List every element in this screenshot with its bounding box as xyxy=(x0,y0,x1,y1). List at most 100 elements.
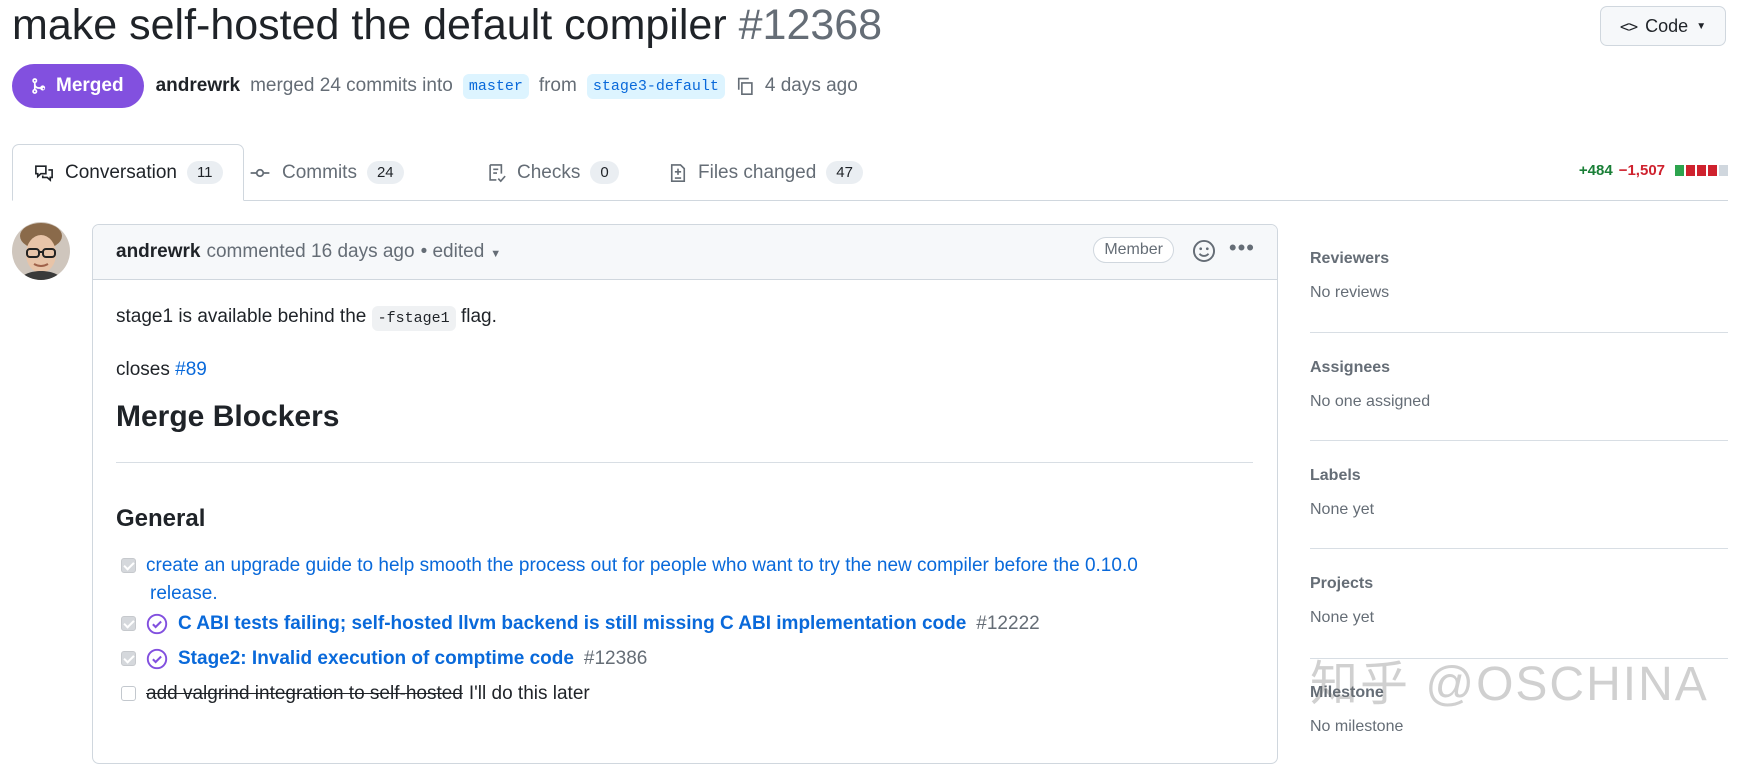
git-merge-icon xyxy=(32,78,46,94)
comment-header: andrewrk commented 16 days ago • edited ▼… xyxy=(93,225,1277,280)
sidebar-projects: Projects None yet xyxy=(1310,575,1728,627)
sidebar-assignees-title[interactable]: Assignees xyxy=(1310,359,1728,377)
chevron-down-icon: ▼ xyxy=(490,248,502,260)
task-checkbox[interactable] xyxy=(121,616,136,631)
edited-label: • edited xyxy=(420,241,485,262)
tab-commits[interactable]: Commits 24 xyxy=(248,144,404,201)
comment-author-link[interactable]: andrewrk xyxy=(116,241,200,263)
task-item: Stage2: Invalid execution of comptime co… xyxy=(121,645,647,673)
sidebar-divider xyxy=(1310,548,1728,549)
tab-conversation-label: Conversation xyxy=(65,161,177,183)
sidebar-assignees: Assignees No one assigned xyxy=(1310,359,1728,411)
merge-time: 4 days ago xyxy=(764,75,858,96)
conversation-icon xyxy=(35,164,53,182)
task-checkbox[interactable] xyxy=(121,558,136,573)
sidebar-reviewers: Reviewers No reviews xyxy=(1310,250,1728,302)
pr-number: #12368 xyxy=(738,1,883,49)
issue-link-12222[interactable]: C ABI tests failing; self-hosted llvm ba… xyxy=(178,610,966,638)
tab-checks-label: Checks xyxy=(517,161,581,183)
tab-files-label: Files changed xyxy=(698,161,817,183)
diffstat: +484 −1,507 xyxy=(1579,162,1728,179)
avatar[interactable] xyxy=(12,222,70,280)
heading-general: General xyxy=(116,505,206,532)
task-text-line1: create an upgrade guide to help smooth t… xyxy=(146,555,1138,576)
issue-link-89[interactable]: #89 xyxy=(175,359,207,380)
pr-title-text: make self-hosted the default compiler xyxy=(12,1,727,49)
comment-action: commented 16 days ago xyxy=(206,241,415,262)
task-upgrade-guide[interactable]: create an upgrade guide to help smooth t… xyxy=(146,552,1138,608)
task-valgrind-note: I'll do this later xyxy=(468,683,590,704)
p1-text-before: stage1 is available behind the xyxy=(116,306,367,327)
smiley-icon[interactable] xyxy=(1192,239,1216,263)
task-checkbox[interactable] xyxy=(121,686,136,701)
code-button-label: Code xyxy=(1645,15,1689,36)
pr-tabs: Conversation 11 Commits 24 Checks 0 File… xyxy=(12,144,1740,201)
diffstat-block xyxy=(1697,165,1706,176)
task-item: add valgrind integration to self-hosted … xyxy=(121,680,590,708)
file-diff-icon xyxy=(670,163,686,182)
tab-commits-count: 24 xyxy=(366,161,404,184)
sidebar-divider xyxy=(1310,332,1728,333)
sidebar-labels: Labels None yet xyxy=(1310,467,1728,519)
sidebar-reviewers-value: No reviews xyxy=(1310,284,1390,301)
inline-code-fstage1: -fstage1 xyxy=(371,306,456,331)
tabs-divider xyxy=(12,200,1728,201)
edited-dropdown[interactable]: • edited ▼ xyxy=(421,241,502,263)
diffstat-additions: +484 xyxy=(1578,162,1613,179)
chevron-down-icon: ▼ xyxy=(1696,20,1707,32)
commit-icon xyxy=(250,168,270,177)
pr-author-link[interactable]: andrewrk xyxy=(156,75,240,97)
code-button[interactable]: <> Code ▼ xyxy=(1600,6,1726,46)
tab-conversation-count: 11 xyxy=(186,161,223,184)
merged-label: Merged xyxy=(56,75,124,96)
heading-divider xyxy=(116,462,1253,463)
pr-title: make self-hosted the default compiler #1… xyxy=(12,0,882,50)
diffstat-block xyxy=(1708,165,1717,176)
sidebar-labels-title[interactable]: Labels xyxy=(1310,467,1728,485)
paragraph-closes: closes #89 xyxy=(116,359,207,381)
sidebar-labels-value: None yet xyxy=(1310,501,1375,518)
head-branch[interactable]: stage3-default xyxy=(586,73,725,99)
sidebar-assignees-value: No one assigned xyxy=(1310,393,1431,410)
task-checkbox[interactable] xyxy=(121,651,136,666)
diffstat-blocks xyxy=(1675,165,1728,176)
task-text-line2: release. xyxy=(150,583,218,604)
diffstat-block xyxy=(1719,165,1728,176)
issue-closed-icon xyxy=(146,648,168,670)
issue-number-12386: #12386 xyxy=(583,648,648,669)
merged-badge: Merged xyxy=(12,64,144,108)
issue-closed-icon xyxy=(146,613,168,635)
diffstat-block xyxy=(1686,165,1695,176)
issue-link-12386[interactable]: Stage2: Invalid execution of comptime co… xyxy=(178,645,574,673)
paragraph-stage1: stage1 is available behind the -fstage1 … xyxy=(116,306,497,331)
sidebar-projects-title[interactable]: Projects xyxy=(1310,575,1728,593)
from-text: from xyxy=(538,75,577,96)
diffstat-deletions: −1,507 xyxy=(1618,162,1665,179)
comment-box: andrewrk commented 16 days ago • edited ▼… xyxy=(92,224,1278,764)
sidebar-reviewers-title[interactable]: Reviewers xyxy=(1310,250,1728,268)
tab-conversation[interactable]: Conversation 11 xyxy=(12,144,244,201)
tab-checks[interactable]: Checks 0 xyxy=(487,144,619,201)
sidebar-milestone-value: No milestone xyxy=(1310,718,1404,735)
p1-text-after: flag. xyxy=(460,306,497,327)
sidebar-divider xyxy=(1310,440,1728,441)
issue-number-12222: #12222 xyxy=(976,613,1040,634)
code-icon: <> xyxy=(1619,16,1638,36)
tab-files-changed[interactable]: Files changed 47 xyxy=(668,144,863,201)
p2-text: closes xyxy=(116,359,170,380)
pr-meta: Merged andrewrk merged 24 commits into m… xyxy=(12,64,858,108)
tab-commits-label: Commits xyxy=(282,161,357,183)
task-valgrind-struck: add valgrind integration to self-hosted xyxy=(146,683,463,704)
tab-checks-count: 0 xyxy=(590,161,619,184)
member-badge: Member xyxy=(1093,237,1174,263)
base-branch[interactable]: master xyxy=(462,73,529,99)
sidebar-projects-value: None yet xyxy=(1310,609,1375,626)
kebab-icon[interactable]: ••• xyxy=(1229,237,1255,259)
merge-text: merged 24 commits into xyxy=(250,75,453,96)
checklist-icon xyxy=(489,163,506,182)
task-item: C ABI tests failing; self-hosted llvm ba… xyxy=(121,610,1040,638)
copy-icon[interactable] xyxy=(735,76,755,96)
tab-files-count: 47 xyxy=(826,161,863,184)
task-item: create an upgrade guide to help smooth t… xyxy=(121,552,1138,608)
diffstat-block xyxy=(1675,165,1684,176)
